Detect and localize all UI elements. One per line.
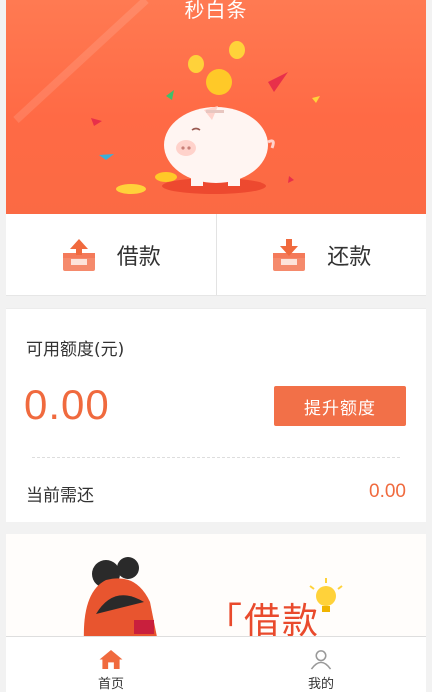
home-icon [99,649,123,670]
repay-label: 还款 [327,244,372,270]
repay-button[interactable]: 还款 [215,214,427,295]
due-label: 当前需还 [26,486,94,506]
raise-credit-button[interactable]: 提升额度 [274,386,406,426]
tab-profile[interactable]: 我的 [216,637,426,692]
borrow-icon [62,238,95,271]
divider [32,457,400,458]
bottom-tab-bar: 首页 我的 [6,636,426,692]
available-credit-label: 可用额度(元) [26,340,125,360]
hero-banner: 秒白条 [6,0,426,214]
borrow-button[interactable]: 借款 [6,214,216,295]
promo-text: 「借款 [206,601,321,642]
app-title: 秒白条 [184,0,248,22]
piggy-bank-illustration [13,0,320,194]
tab-home[interactable]: 首页 [6,637,216,692]
due-amount: 0.00 [369,481,406,502]
promo-banner[interactable]: 「借款 [6,534,426,642]
available-credit-amount: 0.00 [24,381,110,428]
tab-profile-label: 我的 [307,677,334,692]
action-row: 借款 还款 [6,214,426,296]
credit-card: 可用额度(元) 0.00 提升额度 当前需还 0.00 [6,308,426,522]
profile-icon [310,650,332,670]
tab-home-label: 首页 [97,677,124,692]
repay-icon [273,238,306,271]
borrow-label: 借款 [116,244,161,270]
